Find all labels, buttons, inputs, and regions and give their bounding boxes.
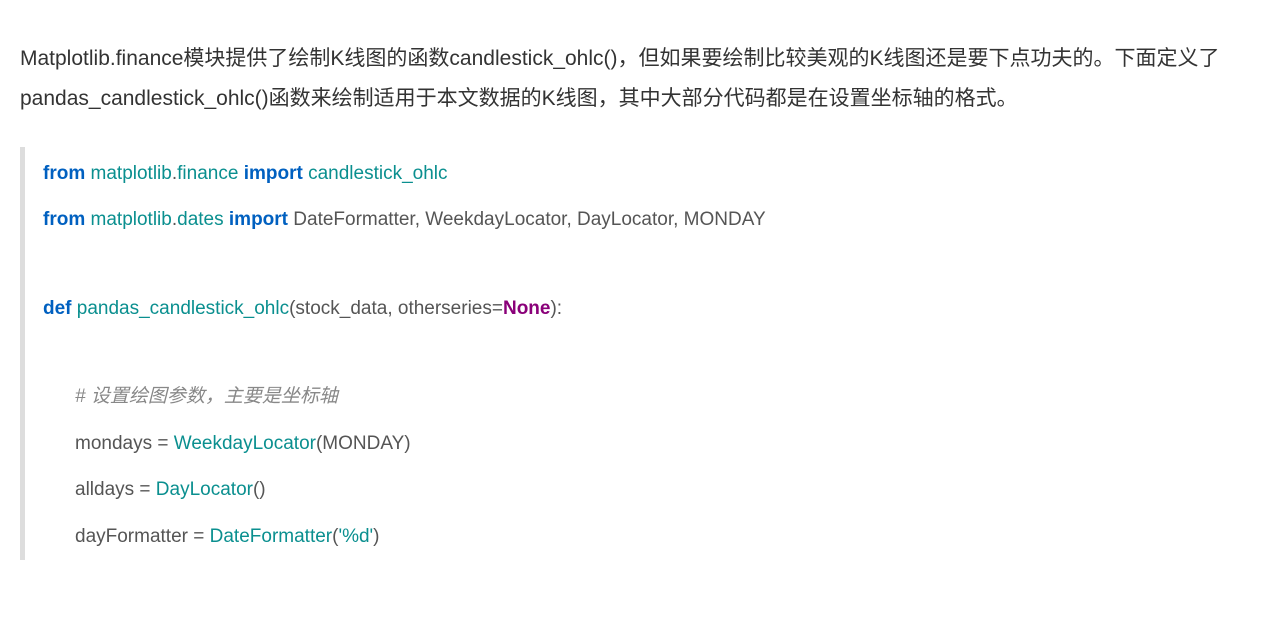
code-line-import-1: from matplotlib.finance import candlesti…	[43, 151, 1261, 198]
mod-finance: finance	[177, 163, 238, 184]
call-dateformatter: DateFormatter	[210, 526, 332, 547]
none-literal: None	[503, 298, 551, 319]
mod-dates: dates	[177, 209, 223, 230]
import-names: DateFormatter, WeekdayLocator, DayLocato…	[293, 209, 765, 230]
mod-matplotlib: matplotlib	[91, 163, 172, 184]
intro-paragraph: Matplotlib.finance模块提供了绘制K线图的函数candlesti…	[20, 39, 1261, 119]
lhs: alldays =	[75, 479, 156, 500]
code-block: from matplotlib.finance import candlesti…	[20, 147, 1261, 561]
string-literal: '%d'	[338, 526, 373, 547]
paren: (MONDAY)	[316, 433, 411, 454]
call-weekdaylocator: WeekdayLocator	[174, 433, 316, 454]
args-close: ):	[550, 298, 562, 319]
kw-import: import	[244, 163, 303, 184]
kw-import: import	[229, 209, 288, 230]
lhs: dayFormatter =	[75, 526, 210, 547]
comment-text: # 设置绘图参数，主要是坐标轴	[75, 386, 338, 407]
code-line-comment: # 设置绘图参数，主要是坐标轴	[43, 374, 1261, 421]
kw-def: def	[43, 298, 72, 319]
paren-close: )	[373, 526, 379, 547]
document-page: Matplotlib.finance模块提供了绘制K线图的函数candlesti…	[0, 0, 1281, 580]
blank-line	[43, 332, 1261, 374]
mod-matplotlib: matplotlib	[91, 209, 172, 230]
name-candlestick-ohlc: candlestick_ohlc	[308, 163, 447, 184]
code-line-mondays: mondays = WeekdayLocator(MONDAY)	[43, 421, 1261, 468]
kw-from: from	[43, 163, 85, 184]
code-line-def: def pandas_candlestick_ohlc(stock_data, …	[43, 286, 1261, 333]
code-line-import-2: from matplotlib.dates import DateFormatt…	[43, 197, 1261, 244]
code-line-dayformatter: dayFormatter = DateFormatter('%d')	[43, 514, 1261, 561]
blank-line	[43, 244, 1261, 286]
lhs: mondays =	[75, 433, 174, 454]
kw-from: from	[43, 209, 85, 230]
args-open: (stock_data, otherseries=	[289, 298, 503, 319]
call-daylocator: DayLocator	[156, 479, 253, 500]
fn-name: pandas_candlestick_ohlc	[77, 298, 289, 319]
code-line-alldays: alldays = DayLocator()	[43, 467, 1261, 514]
paren: ()	[253, 479, 266, 500]
